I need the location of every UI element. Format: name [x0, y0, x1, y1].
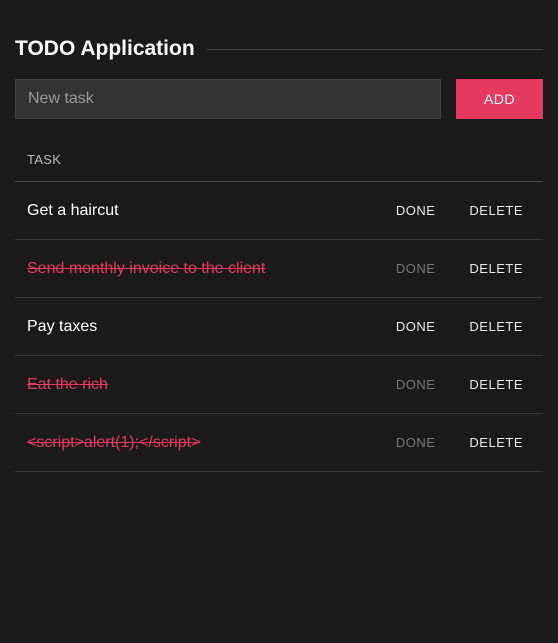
- done-button[interactable]: DONE: [388, 257, 444, 280]
- task-row: Pay taxesDONE DELETE: [15, 298, 543, 356]
- done-button[interactable]: DONE: [388, 315, 444, 338]
- task-row: Eat the richDONE DELETE: [15, 356, 543, 414]
- task-text: Get a haircut: [27, 202, 388, 220]
- page-title: TODO Application: [15, 37, 195, 61]
- done-button[interactable]: DONE: [388, 431, 444, 454]
- delete-button[interactable]: DELETE: [461, 431, 531, 454]
- title-row: TODO Application: [15, 37, 543, 61]
- done-button[interactable]: DONE: [388, 373, 444, 396]
- task-row: Get a haircutDONE DELETE: [15, 182, 543, 240]
- task-list: Get a haircutDONEDELETESend monthly invo…: [15, 182, 543, 472]
- delete-button[interactable]: DELETE: [461, 373, 531, 396]
- task-text: Eat the rich: [27, 376, 388, 394]
- task-table: TASK Get a haircutDONEDELETESend monthly…: [15, 139, 543, 472]
- header-task-label: TASK: [27, 152, 61, 167]
- delete-button[interactable]: DELETE: [461, 257, 531, 280]
- add-button[interactable]: ADD: [456, 79, 543, 119]
- task-text: Send monthly invoice to the client: [27, 260, 388, 278]
- title-divider: [207, 49, 543, 50]
- task-row: Send monthly invoice to the clientDONE DE…: [15, 240, 543, 298]
- new-task-input[interactable]: [15, 79, 441, 119]
- input-row: ADD: [15, 79, 543, 119]
- delete-button[interactable]: DELETE: [461, 315, 531, 338]
- task-text: Pay taxes: [27, 318, 388, 336]
- delete-button[interactable]: DELETE: [461, 199, 531, 222]
- done-button[interactable]: DONE: [388, 199, 444, 222]
- table-header: TASK: [15, 139, 543, 182]
- task-text: <script>alert(1);</script>: [27, 434, 388, 452]
- task-row: <script>alert(1);</script>DONE DELETE: [15, 414, 543, 472]
